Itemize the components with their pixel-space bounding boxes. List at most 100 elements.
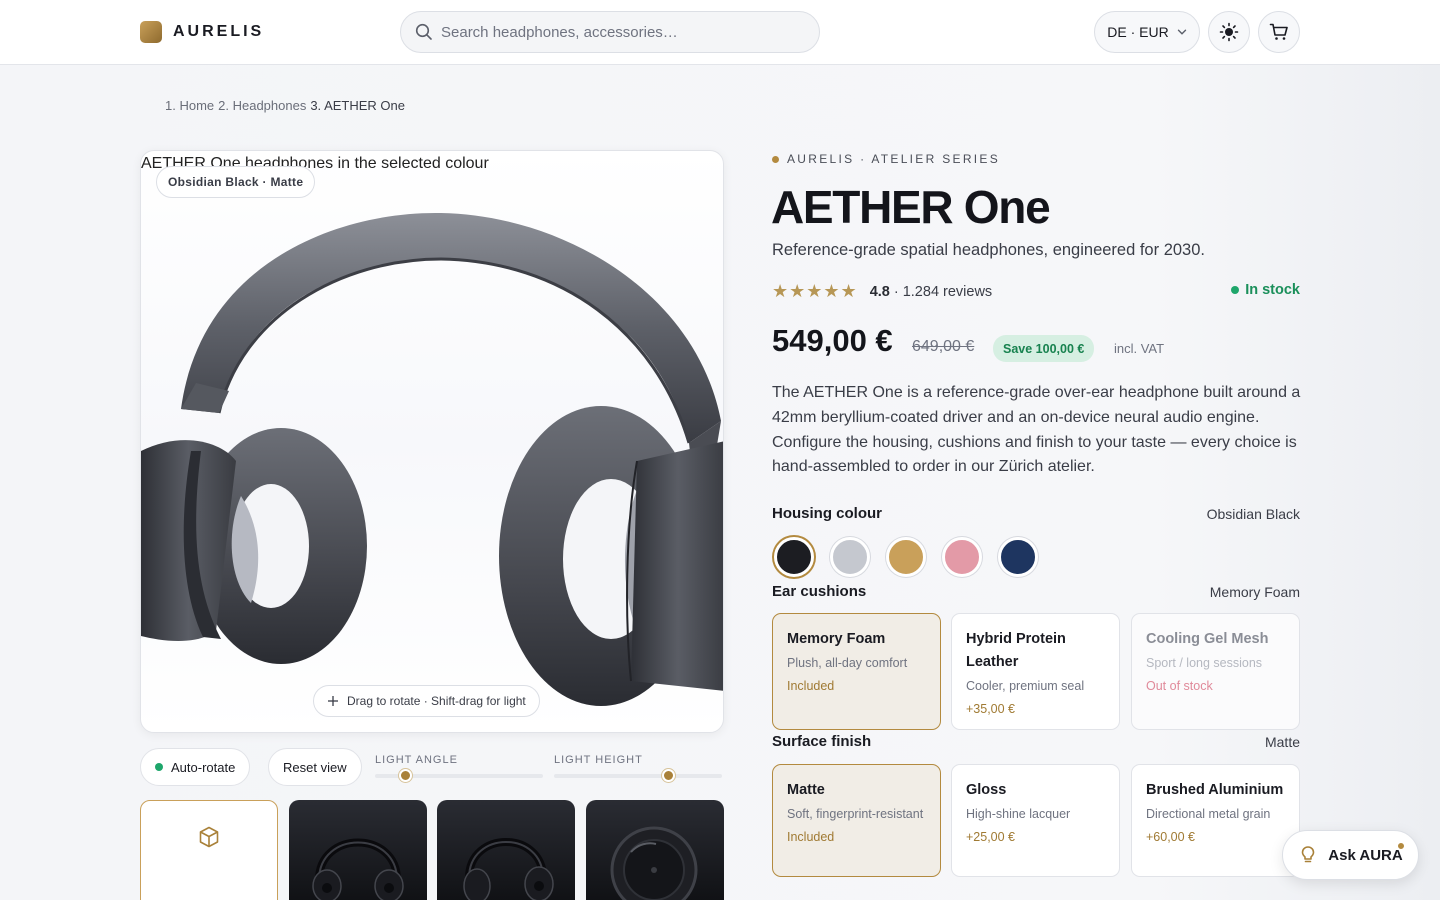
option-desc: Sport / long sessions [1146, 656, 1263, 670]
in-stock-dot-icon [1231, 286, 1240, 294]
plus-move-icon [328, 696, 338, 706]
auto-rotate-toggle[interactable]: Auto-rotate [140, 748, 251, 786]
chevron-down-icon [1177, 29, 1186, 35]
ask-aura-button[interactable]: Ask AURA [1282, 830, 1419, 880]
auto-rotate-label: Auto-rotate [171, 759, 236, 775]
ask-aura-label: Ask AURA [1328, 846, 1403, 864]
housing-colour-value: Obsidian Black [1206, 506, 1300, 522]
series-dot-icon [772, 155, 779, 163]
reset-view-label: Reset view [283, 759, 347, 775]
light-angle-knob[interactable] [399, 769, 413, 782]
notification-dot-icon [1397, 842, 1405, 850]
thumbnail-3d-view[interactable] [140, 800, 278, 900]
option-desc: Plush, all-day comfort [787, 656, 908, 670]
light-angle-slider[interactable]: LIGHT ANGLE [375, 754, 543, 782]
product-3d-viewer[interactable]: AETHER One headphones in the selected co… [140, 150, 724, 733]
light-height-track[interactable] [554, 769, 722, 782]
product-description: The AETHER One is a reference-grade over… [772, 384, 1301, 476]
option-desc: Directional metal grain [1146, 807, 1271, 821]
option-name: Hybrid Protein Leather [966, 631, 1066, 670]
surface-finish-value: Matte [1264, 734, 1300, 750]
option-price: +35,00 € [966, 702, 1016, 716]
finish-option-matte[interactable]: Matte Soft, fingerprint-resistant Includ… [772, 764, 941, 877]
ear-cushions-title: Ear cushions [772, 583, 867, 600]
logo-mark-icon [140, 21, 162, 43]
rotate-hint: Drag to rotate · Shift-drag for light [313, 685, 540, 717]
savings-badge: Save 100,00 € [993, 335, 1095, 362]
headphones-thumb-image [312, 838, 404, 900]
option-price: +60,00 € [1146, 830, 1196, 844]
cart-icon [1269, 23, 1288, 40]
option-price: Included [787, 679, 835, 693]
light-angle-label: LIGHT ANGLE [375, 754, 458, 766]
product-subtitle: Reference-grade spatial headphones, engi… [772, 241, 1205, 259]
ear-cushions-value: Memory Foam [1209, 584, 1300, 600]
option-name: Gloss [966, 782, 1007, 798]
finish-option-gloss[interactable]: Gloss High-shine lacquer +25,00 € [951, 764, 1120, 877]
theme-toggle-button[interactable] [1208, 11, 1250, 53]
option-price: Included [787, 830, 835, 844]
headphones-render [141, 212, 723, 706]
option-desc: Soft, fingerprint-resistant [787, 807, 924, 821]
option-price: Out of stock [1146, 679, 1213, 693]
breadcrumb-headphones[interactable]: 2. Headphones [218, 98, 306, 113]
option-name: Memory Foam [787, 631, 886, 647]
breadcrumb: 1. Home 2. Headphones 3. AETHER One [165, 98, 405, 113]
series-text: AURELIS · ATELIER SERIES [787, 152, 1001, 166]
stock-status-label: In stock [1245, 282, 1300, 298]
driver-closeup-image [610, 826, 698, 900]
colour-swatch[interactable] [886, 537, 926, 577]
logo[interactable]: AURELIS [140, 21, 264, 43]
active-dot-icon [155, 763, 163, 771]
product-rating[interactable]: ★★★★★ 4.8 · 1.284 reviews [772, 281, 992, 302]
thumbnail-front-view[interactable] [289, 800, 427, 900]
review-count: · 1.284 reviews [893, 283, 993, 300]
option-desc: Cooler, premium seal [966, 679, 1085, 693]
cube-3d-icon [199, 826, 219, 848]
cart-button[interactable] [1258, 11, 1300, 53]
cushion-option-cooling-gel: Cooling Gel Mesh Sport / long sessions O… [1131, 613, 1300, 730]
light-height-label: LIGHT HEIGHT [554, 754, 643, 766]
search-bar[interactable] [400, 11, 820, 53]
option-name: Cooling Gel Mesh [1146, 631, 1269, 647]
option-name: Matte [787, 782, 825, 798]
housing-colour-title: Housing colour [772, 505, 882, 522]
locale-select[interactable]: DE · EUR [1094, 11, 1200, 53]
option-desc: High-shine lacquer [966, 807, 1071, 821]
finish-badge: Obsidian Black · Matte [156, 166, 316, 198]
breadcrumb-home[interactable]: 1. Home [165, 98, 214, 113]
original-price: 649,00 € [912, 338, 975, 355]
cushion-option-hybrid-leather[interactable]: Hybrid Protein Leather Cooler, premium s… [951, 613, 1120, 730]
surface-finish-title: Surface finish [772, 733, 872, 750]
top-header: AURELIS DE · EUR [0, 0, 1440, 65]
thumbnail-angle-view[interactable] [437, 800, 575, 900]
option-price: +25,00 € [966, 830, 1016, 844]
product-title: AETHER One [771, 181, 1051, 233]
light-height-slider[interactable]: LIGHT HEIGHT [554, 754, 722, 782]
current-price: 549,00 € [772, 323, 893, 358]
search-input[interactable] [441, 23, 801, 41]
light-angle-track[interactable] [375, 769, 543, 782]
light-height-knob[interactable] [662, 769, 676, 782]
colour-swatch[interactable] [774, 537, 814, 577]
colour-swatch[interactable] [942, 537, 982, 577]
stock-status: In stock [1231, 282, 1300, 298]
cushion-option-memory-foam[interactable]: Memory Foam Plush, all-day comfort Inclu… [772, 613, 941, 730]
lightbulb-icon [1301, 846, 1315, 863]
finish-option-brushed-aluminium[interactable]: Brushed Aluminium Directional metal grai… [1131, 764, 1300, 877]
sun-icon [1219, 22, 1239, 42]
breadcrumb-current: 3. AETHER One [310, 98, 405, 113]
colour-swatch[interactable] [998, 537, 1038, 577]
rotate-hint-label: Drag to rotate · Shift-drag for light [347, 694, 526, 708]
rating-stars-icon: ★★★★★ [772, 281, 858, 301]
reset-view-button[interactable]: Reset view [268, 748, 362, 786]
search-icon [415, 23, 432, 40]
series-label: AURELIS · ATELIER SERIES [772, 152, 1000, 166]
vat-note: incl. VAT [1114, 341, 1165, 356]
logo-text: AURELIS [173, 23, 265, 40]
option-name: Brushed Aluminium [1146, 782, 1284, 798]
finish-badge-label: Obsidian Black · Matte [168, 175, 304, 189]
colour-swatch[interactable] [830, 537, 870, 577]
locale-label: DE · EUR [1107, 24, 1169, 40]
thumbnail-detail-view[interactable] [586, 800, 724, 900]
